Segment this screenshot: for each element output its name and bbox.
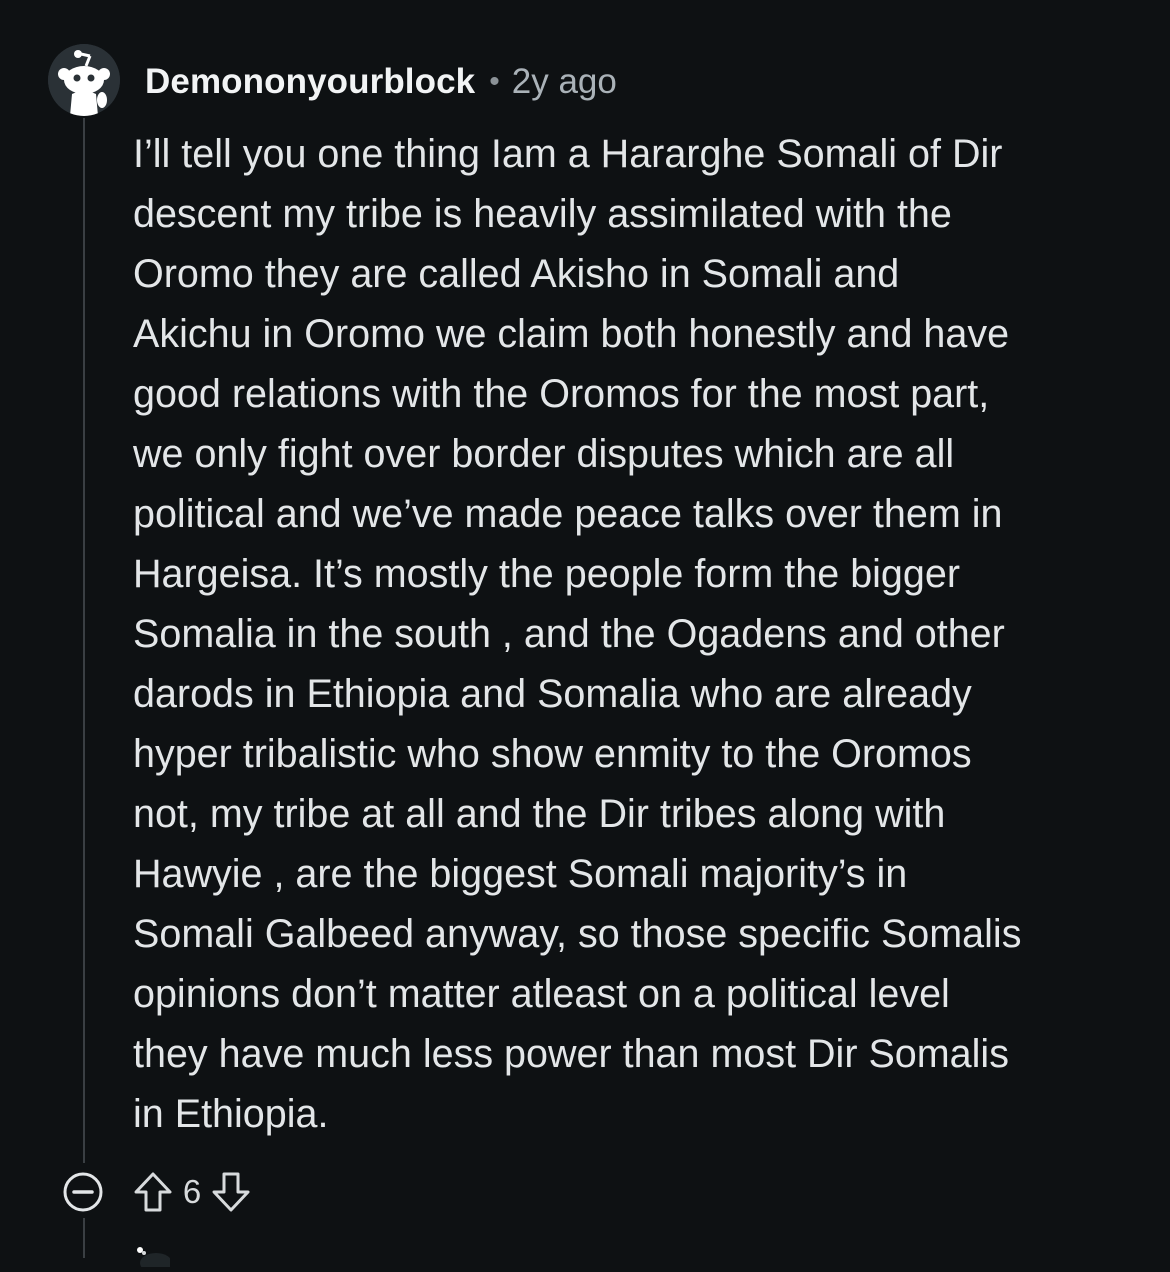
comment-body-line: opinions don’t matter atleast on a polit… (133, 972, 950, 1016)
comment-body-line: hyper tribalistic who show enmity to the… (133, 732, 972, 776)
user-avatar[interactable] (48, 44, 120, 116)
comment-body-line: Somali Galbeed anyway, so those specific… (133, 912, 1022, 956)
username-link[interactable]: Demononyourblock (145, 62, 475, 102)
comment-age[interactable]: 2y ago (512, 62, 617, 102)
thread-line[interactable] (83, 118, 85, 1163)
downvote-arrow-icon (212, 1172, 250, 1212)
vote-score: 6 (182, 1173, 202, 1210)
downvote-button[interactable] (209, 1169, 253, 1215)
comment-body-line: not, my tribe at all and the Dir tribes … (133, 792, 946, 836)
comment-body-line: I’ll tell you one thing Iam a Hararghe S… (133, 132, 1003, 176)
comment-body-line: descent my tribe is heavily assimilated … (133, 192, 952, 236)
collapse-button[interactable] (60, 1169, 106, 1215)
comment-body-line: Hawyie , are the biggest Somali majority… (133, 852, 908, 896)
comment-body-line: political and we’ve made peace talks ove… (133, 492, 1003, 536)
comment-body-line: in Ethiopia. (133, 1092, 329, 1136)
comment-body-line: we only fight over border disputes which… (133, 432, 955, 476)
thread-line-continuation[interactable] (83, 1218, 85, 1258)
comment-body-line: Oromo they are called Akisho in Somali a… (133, 252, 900, 296)
comment-body-line: they have much less power than most Dir … (133, 1032, 1009, 1076)
comment-header: Demononyourblock • 2y ago (145, 60, 617, 104)
upvote-button[interactable] (131, 1169, 175, 1215)
comment-actions: 6 (60, 1167, 253, 1217)
comment-body: I’ll tell you one thing Iam a Hararghe S… (133, 124, 1133, 1144)
snoo-avatar-icon (48, 44, 120, 116)
snoo-avatar-icon (137, 1247, 172, 1272)
comment-body-line: good relations with the Oromos for the m… (133, 372, 990, 416)
comment-body-line: Akichu in Oromo we claim both honestly a… (133, 312, 1010, 356)
comment-body-line: Hargeisa. It’s mostly the people form th… (133, 552, 960, 596)
next-comment-avatar-peek (130, 1247, 172, 1272)
comment-body-line: Somalia in the south , and the Ogadens a… (133, 612, 1005, 656)
upvote-arrow-icon (134, 1172, 172, 1212)
meta-separator: • (489, 65, 500, 98)
collapse-minus-icon (63, 1172, 103, 1212)
comment-body-line: darods in Ethiopia and Somalia who are a… (133, 672, 972, 716)
